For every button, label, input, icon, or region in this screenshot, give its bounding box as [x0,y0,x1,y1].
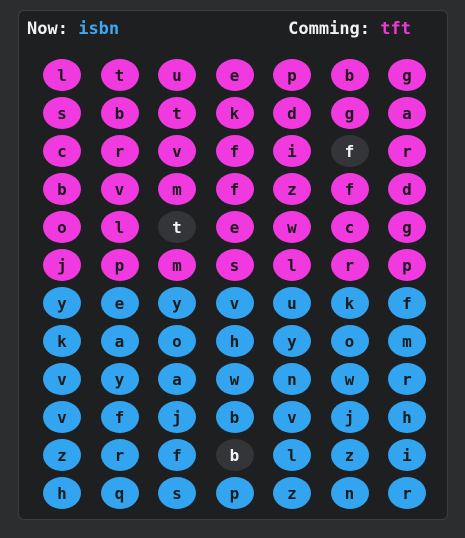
letter-ball[interactable]: z [273,477,311,509]
letter-ball[interactable]: m [158,173,196,205]
game-panel: Now: isbn Comming: tft ltuepbgsbtkdgacrv… [18,10,448,520]
letter-ball[interactable]: o [330,325,369,357]
letter-ball[interactable]: i [273,135,311,167]
letter-ball[interactable]: v [43,401,81,433]
coming-label: Comming: [288,19,371,39]
letter-ball[interactable]: b [43,173,81,205]
letter-ball[interactable]: z [273,173,311,205]
letter-ball[interactable]: f [330,173,369,205]
letter-ball[interactable]: j [330,401,369,433]
letter-ball[interactable]: a [100,325,139,357]
letter-ball[interactable]: r [388,363,426,395]
letter-ball[interactable]: y [100,363,139,395]
letter-ball[interactable]: b [215,401,254,433]
letter-ball[interactable]: p [388,249,426,281]
letter-ball[interactable]: f [158,439,196,471]
letter-ball[interactable]: j [43,249,81,281]
letter-ball[interactable]: w [330,363,369,395]
letter-ball[interactable]: r [100,439,139,471]
letter-ball[interactable]: d [273,97,311,129]
letter-ball[interactable]: l [273,439,311,471]
letter-ball[interactable]: y [43,287,81,319]
letter-ball[interactable]: h [388,401,426,433]
letter-ball[interactable]: e [215,59,254,91]
letter-ball[interactable]: w [215,363,254,395]
letter-ball[interactable]: k [43,325,81,357]
letter-ball[interactable]: l [100,211,139,243]
letter-ball[interactable]: s [158,477,196,509]
letter-ball[interactable]: h [215,325,254,357]
letter-ball[interactable]: v [43,363,81,395]
letter-ball[interactable]: p [100,249,139,281]
letter-ball[interactable]: e [100,287,139,319]
letter-ball[interactable]: r [330,249,369,281]
now-indicator: Now: isbn [27,19,119,39]
coming-value: tft [380,19,411,39]
letter-ball[interactable]: r [100,135,139,167]
letter-ball[interactable]: w [273,211,311,243]
letter-ball[interactable]: n [273,363,311,395]
letter-ball[interactable]: c [330,211,369,243]
letter-ball[interactable]: h [43,477,81,509]
letter-ball[interactable]: b [330,59,369,91]
letter-ball[interactable]: v [158,135,196,167]
letter-ball[interactable]: k [215,97,254,129]
letter-ball[interactable]: f [215,135,254,167]
now-value: isbn [78,19,120,39]
letter-ball[interactable]: g [388,59,426,91]
letter-ball[interactable]: f [388,287,426,319]
letter-ball[interactable]: j [158,401,196,433]
letter-ball[interactable]: t [158,97,196,129]
letter-ball[interactable]: g [388,211,426,243]
letter-ball[interactable]: u [273,287,311,319]
letter-ball[interactable]: y [273,325,311,357]
letter-ball[interactable]: o [158,325,196,357]
letter-ball[interactable]: p [273,59,311,91]
letter-ball[interactable]: r [388,477,426,509]
letter-ball[interactable]: k [330,287,369,319]
letter-ball[interactable]: b [215,439,254,471]
letter-ball[interactable]: s [43,97,81,129]
letter-ball[interactable]: m [158,249,196,281]
letter-ball[interactable]: t [158,211,196,243]
now-label: Now: [27,19,68,39]
letter-ball[interactable]: z [330,439,369,471]
letter-ball[interactable]: t [100,59,139,91]
status-header: Now: isbn Comming: tft [27,19,439,43]
letter-ball[interactable]: r [388,135,426,167]
letter-ball[interactable]: p [215,477,254,509]
letter-ball[interactable]: u [158,59,196,91]
letter-ball[interactable]: n [330,477,369,509]
letter-ball[interactable]: l [43,59,81,91]
coming-indicator: Comming: tft [288,19,411,39]
letter-ball[interactable]: f [330,135,369,167]
letter-ball[interactable]: s [215,249,254,281]
letter-ball[interactable]: e [215,211,254,243]
letter-ball[interactable]: a [158,363,196,395]
letter-ball[interactable]: b [100,97,139,129]
letter-ball[interactable]: a [388,97,426,129]
letter-ball[interactable]: d [388,173,426,205]
letter-ball[interactable]: o [43,211,81,243]
letter-ball[interactable]: m [388,325,426,357]
letter-ball[interactable]: z [43,439,81,471]
letter-ball[interactable]: v [100,173,139,205]
letter-ball[interactable]: q [100,477,139,509]
letter-ball[interactable]: f [100,401,139,433]
letter-ball[interactable]: y [158,287,196,319]
letter-ball[interactable]: g [330,97,369,129]
letter-ball[interactable]: v [215,287,254,319]
letter-ball[interactable]: l [273,249,311,281]
letter-ball[interactable]: i [388,439,426,471]
letter-ball[interactable]: v [273,401,311,433]
letter-ball[interactable]: f [215,173,254,205]
letter-ball[interactable]: c [43,135,81,167]
